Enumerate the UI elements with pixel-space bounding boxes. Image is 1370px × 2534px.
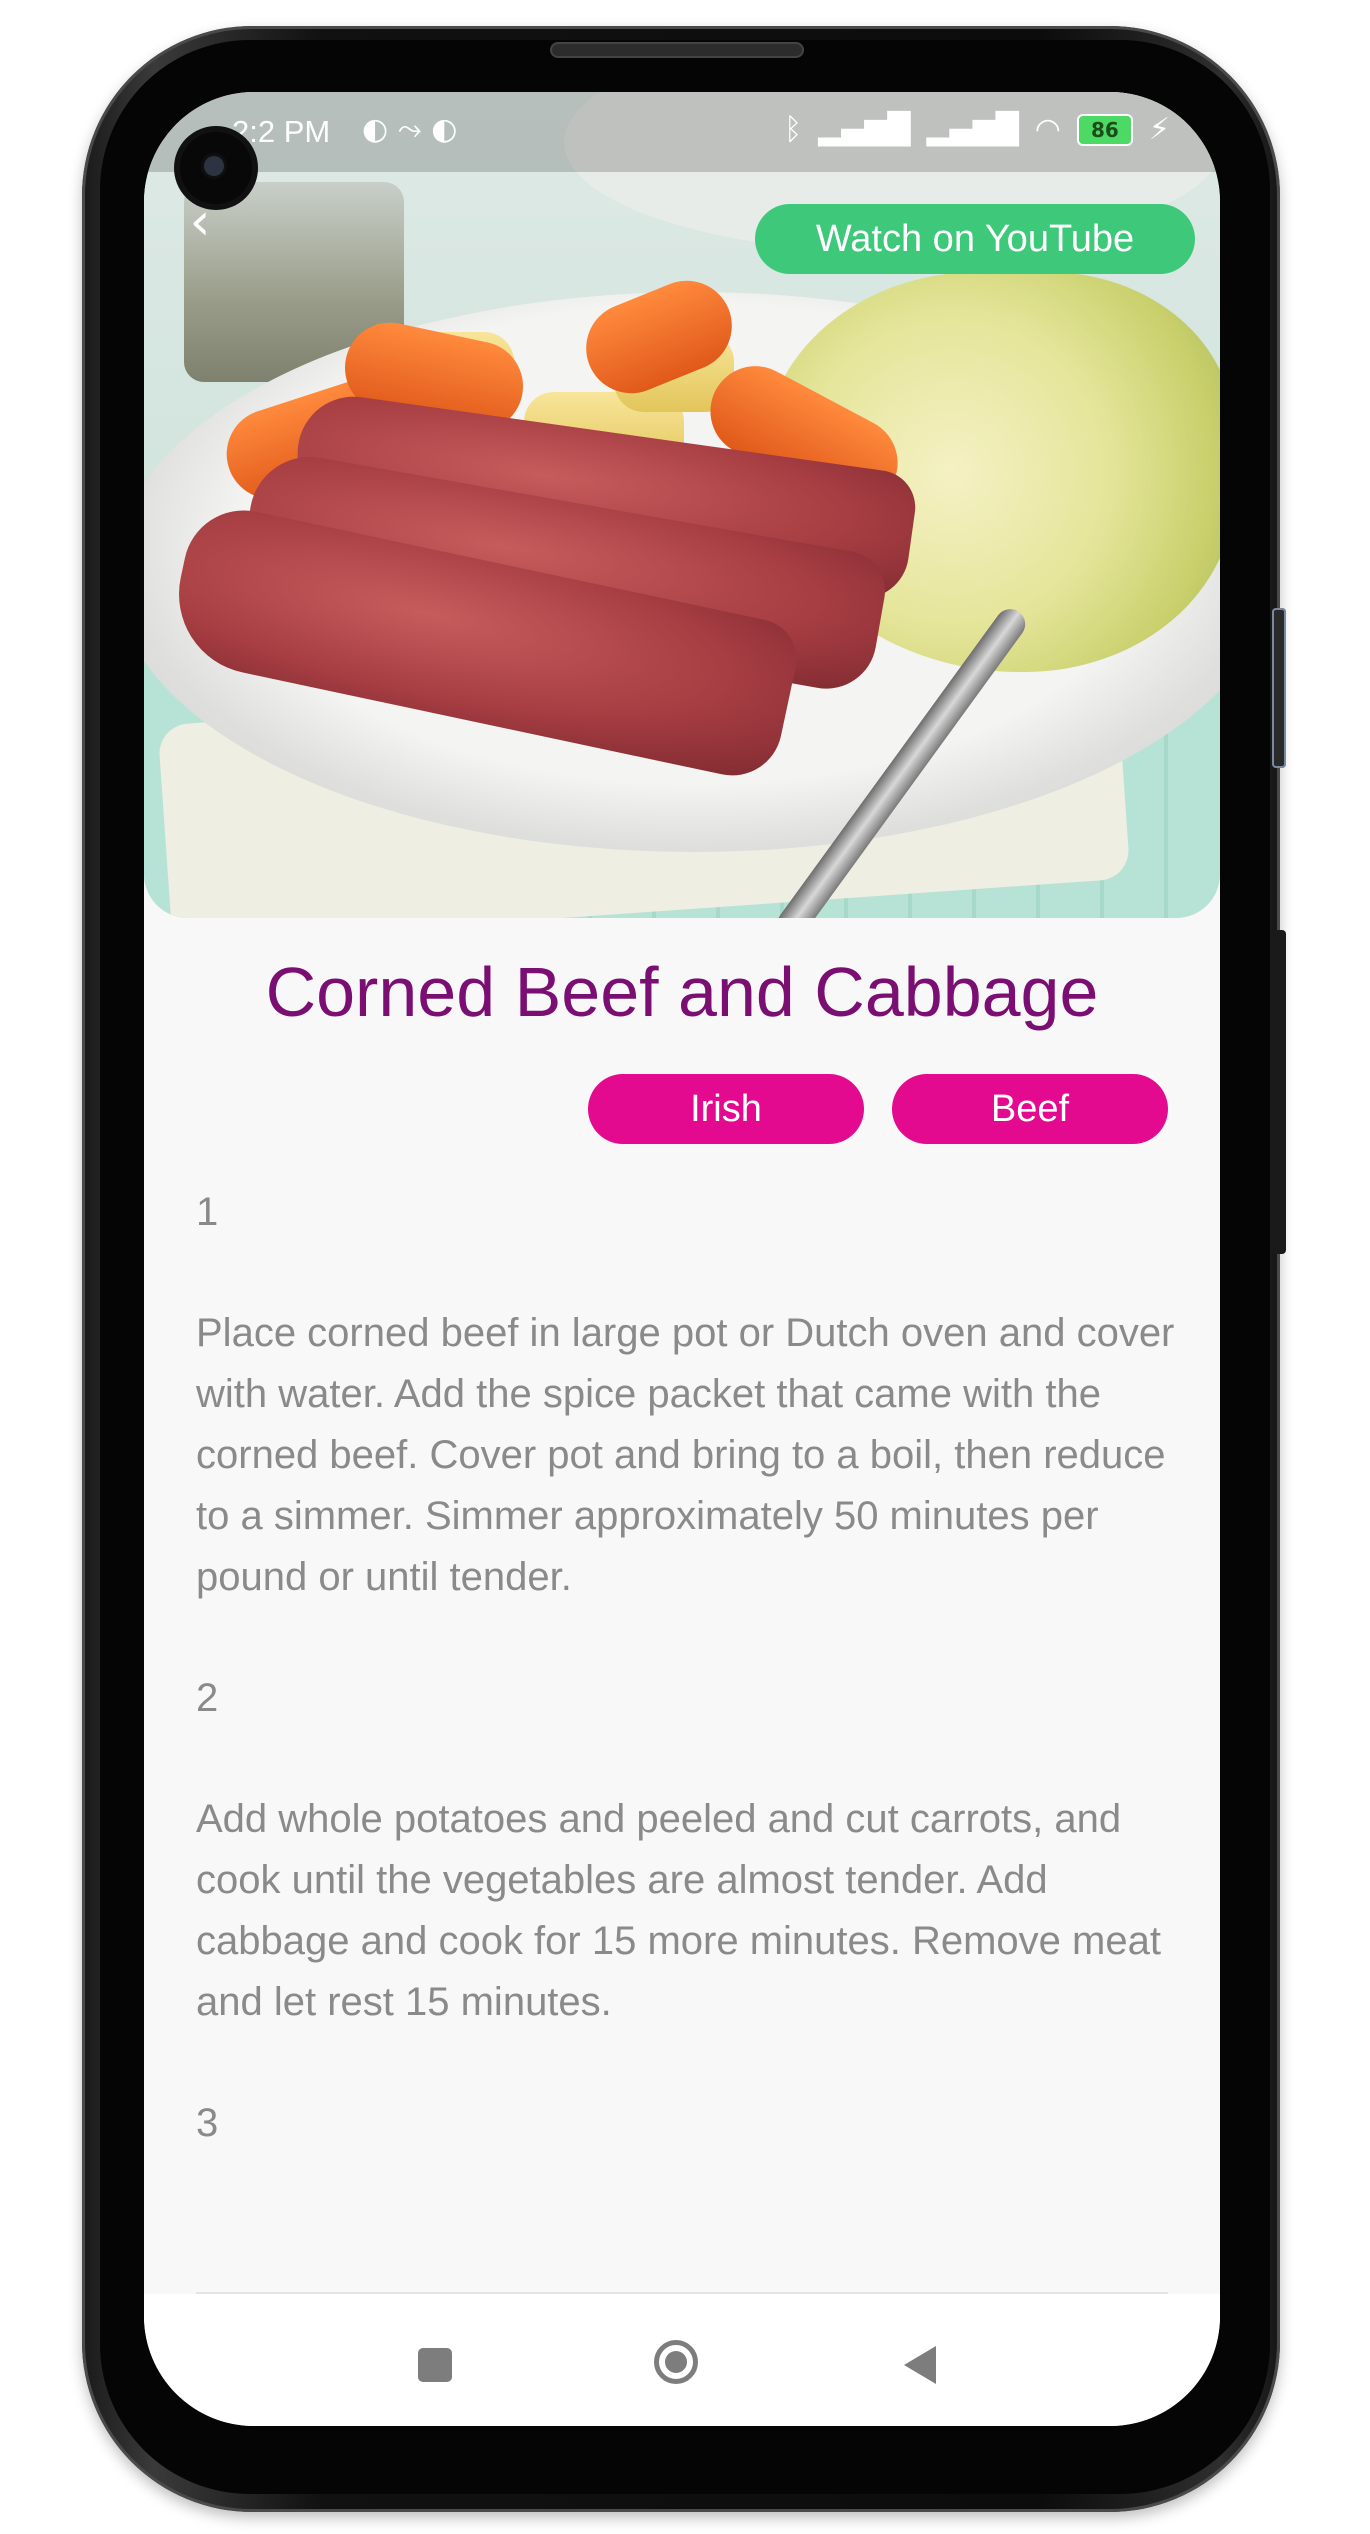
signal-icon: ▂▄▆█ bbox=[926, 112, 1019, 147]
bluetooth-icon: ᛒ bbox=[784, 112, 803, 147]
battery-icon: 86 bbox=[1076, 113, 1133, 146]
signal-icon: ▂▄▆█ bbox=[818, 112, 911, 147]
recents-button[interactable] bbox=[418, 2348, 452, 2382]
step-number: 1 bbox=[196, 1190, 219, 1234]
notification-icon: ◐ ⤳ ◐ bbox=[362, 112, 458, 147]
instructions: 1 Place corned beef in large pot or Dutc… bbox=[196, 1182, 1176, 2214]
nav-back-button[interactable] bbox=[904, 2346, 936, 2384]
category-tag: Beef bbox=[892, 1074, 1168, 1144]
watch-on-youtube-button[interactable]: Watch on YouTube bbox=[755, 204, 1195, 274]
step-text: Add whole potatoes and peeled and cut ca… bbox=[196, 1797, 1161, 2024]
step-text: Place corned beef in large pot or Dutch … bbox=[196, 1311, 1175, 1599]
step-number: 3 bbox=[196, 2101, 219, 2145]
earpiece-speaker bbox=[550, 42, 804, 58]
system-nav-bar bbox=[144, 2294, 1220, 2426]
charging-icon: ⚡ bbox=[1148, 112, 1170, 147]
meal-title: Corned Beef and Cabbage bbox=[265, 953, 1099, 1031]
home-button[interactable] bbox=[654, 2340, 698, 2384]
status-icons: ᛒ ▂▄▆█ ▂▄▆█ ◠ 86 ⚡ bbox=[784, 112, 1170, 147]
volume-button bbox=[1272, 608, 1286, 768]
area-tag: Irish bbox=[588, 1074, 864, 1144]
screen: 2:2 PM ◐ ⤳ ◐ ᛒ ▂▄▆█ ▂▄▆█ ◠ 86 ⚡ ‹ Watch … bbox=[144, 92, 1220, 2426]
status-bar: 2:2 PM ◐ ⤳ ◐ ᛒ ▂▄▆█ ▂▄▆█ ◠ 86 ⚡ bbox=[144, 92, 1220, 172]
power-button bbox=[1272, 930, 1286, 1254]
wifi-icon: ◠ bbox=[1034, 112, 1061, 147]
back-button[interactable]: ‹ bbox=[170, 192, 230, 252]
step-number: 2 bbox=[196, 1676, 219, 1720]
